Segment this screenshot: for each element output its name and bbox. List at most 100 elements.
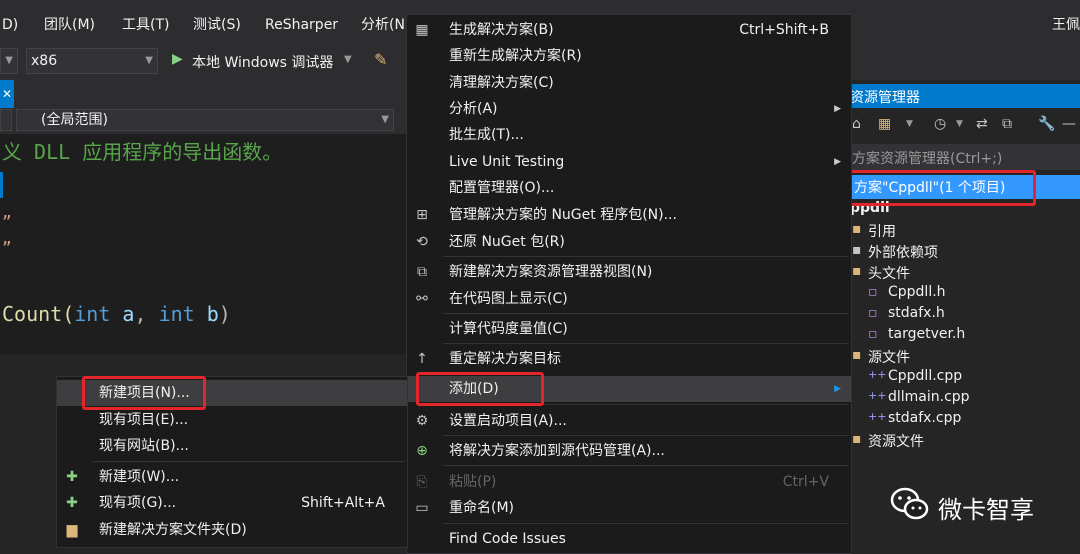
code-function-signature: Count(int a, int b) bbox=[2, 302, 231, 326]
menu-build[interactable]: D) bbox=[2, 0, 18, 42]
play-icon[interactable]: ▶ bbox=[172, 51, 183, 67]
collapse-all-icon[interactable]: ⧉ bbox=[1002, 116, 1012, 132]
platform-dropdown[interactable]: x86 ▼ bbox=[26, 48, 158, 74]
tree-node-dllmain-cpp[interactable]: dllmain.cpp bbox=[888, 389, 970, 405]
sync-icon[interactable]: ⇄ bbox=[976, 116, 988, 132]
code-comment: 义 DLL 应用程序的导出函数。 bbox=[2, 140, 283, 164]
submenu-item-existing-website[interactable]: 现有网站(B)... bbox=[57, 433, 407, 459]
code-param: a bbox=[110, 302, 135, 326]
tree-node-external-deps[interactable]: 外部依赖项 bbox=[868, 242, 938, 262]
menu-item-add-to-source-control[interactable]: ⊕ 将解决方案添加到源代码管理(A)... bbox=[407, 438, 851, 464]
menu-item-rename[interactable]: ▭ 重命名(M) bbox=[407, 495, 851, 521]
submenu-item-new-item[interactable]: ✚ 新建项(W)... bbox=[57, 464, 407, 490]
menu-item-set-startup-projects[interactable]: ⚙ 设置启动项目(A)... bbox=[407, 408, 851, 434]
tree-node-targetver-h[interactable]: targetver.h bbox=[888, 326, 965, 342]
pin-icon[interactable]: — bbox=[1062, 116, 1076, 132]
tree-node-stdafx-cpp[interactable]: stdafx.cpp bbox=[888, 410, 961, 426]
submenu-item-new-solution-folder[interactable]: ▆ 新建解决方案文件夹(D) bbox=[57, 517, 407, 543]
tree-node-header-files[interactable]: 头文件 bbox=[868, 263, 910, 283]
menu-item-code-metrics[interactable]: 计算代码度量值(C) bbox=[407, 316, 851, 342]
solution-node-highlight bbox=[838, 170, 1036, 206]
switch-view-icon[interactable]: ▦ bbox=[878, 116, 891, 132]
menu-separator bbox=[443, 313, 849, 314]
menu-analyze[interactable]: 分析(N bbox=[361, 0, 405, 42]
menu-item-configuration-manager[interactable]: 配置管理器(O)... bbox=[407, 175, 851, 201]
menu-item-label: 生成解决方案(B) bbox=[449, 22, 554, 38]
properties-icon[interactable]: 🔧 bbox=[1038, 116, 1055, 132]
history-icon[interactable]: ◷ bbox=[934, 116, 946, 132]
menu-item-label: 配置管理器(O)... bbox=[449, 180, 555, 196]
paste-icon: ⎘ bbox=[416, 474, 428, 490]
menu-test[interactable]: 测试(S) bbox=[193, 0, 241, 42]
folder-icon: ▪ bbox=[852, 263, 862, 279]
menu-item-label: 新建解决方案资源管理器视图(N) bbox=[449, 264, 653, 280]
menu-item-build-solution[interactable]: ▦ 生成解决方案(B) Ctrl+Shift+B bbox=[407, 17, 851, 43]
menu-item-show-on-code-map[interactable]: ⚯ 在代码图上显示(C) bbox=[407, 286, 851, 312]
menu-item-find-code-issues[interactable]: Find Code Issues bbox=[407, 526, 851, 552]
menu-item-label: 现有项(G)... bbox=[99, 495, 177, 511]
solution-search-box[interactable]: 方案资源管理器(Ctrl+;) bbox=[848, 144, 1080, 170]
run-debugger-button[interactable]: 本地 Windows 调试器 bbox=[192, 52, 333, 72]
menu-item-paste[interactable]: ⎘ 粘贴(P) Ctrl+V bbox=[407, 469, 851, 495]
menu-separator bbox=[443, 465, 849, 466]
submenu-item-existing-project[interactable]: 现有项目(E)... bbox=[57, 407, 407, 433]
code-map-icon: ⚯ bbox=[416, 291, 428, 307]
menu-separator bbox=[443, 256, 849, 257]
source-control-icon: ⊕ bbox=[416, 443, 428, 459]
home-icon[interactable]: ⌂ bbox=[852, 116, 861, 132]
scope-dropdown[interactable]: (全局范围) ▼ bbox=[16, 109, 394, 131]
tree-node-references[interactable]: 引用 bbox=[868, 221, 896, 241]
menu-separator bbox=[443, 523, 849, 524]
arrow-up-icon: ↑ bbox=[416, 351, 428, 367]
tree-node-cppdll-h[interactable]: Cppdll.h bbox=[888, 284, 946, 300]
tree-node-stdafx-h[interactable]: stdafx.h bbox=[888, 305, 945, 321]
wechat-logo-icon bbox=[890, 484, 930, 524]
menu-item-label: 现有项目(E)... bbox=[99, 412, 189, 428]
tree-node-source-files[interactable]: 源文件 bbox=[868, 347, 910, 367]
cpp-file-icon: ++ bbox=[868, 368, 887, 381]
solution-explorer-toolbar: ⌂ ▦ ▼ ◷ ▼ ⇄ ⧉ 🔧 — bbox=[848, 112, 1080, 140]
code-separator: , bbox=[134, 302, 159, 326]
submenu-item-existing-item[interactable]: ✚ 现有项(G)... Shift+Alt+A bbox=[57, 490, 407, 516]
navigation-bar: (全局范围) ▼ bbox=[0, 108, 410, 134]
chevron-down-icon[interactable]: ▼ bbox=[344, 54, 352, 65]
menu-separator bbox=[93, 461, 405, 462]
editor-tab-strip: ✕ bbox=[0, 80, 410, 108]
config-dropdown[interactable]: ▼ bbox=[0, 48, 18, 74]
chevron-down-icon[interactable]: ▼ bbox=[906, 119, 913, 129]
add-item-highlight bbox=[416, 372, 544, 406]
menu-tools[interactable]: 工具(T) bbox=[122, 0, 169, 42]
code-paren: ) bbox=[218, 302, 231, 326]
menu-item-label: 清理解决方案(C) bbox=[449, 75, 554, 91]
user-name[interactable]: 王佩 bbox=[1052, 0, 1080, 42]
menu-item-label: 粘贴(P) bbox=[449, 474, 497, 490]
menu-item-restore-nuget[interactable]: ⟲ 还原 NuGet 包(R) bbox=[407, 229, 851, 255]
menu-item-manage-nuget[interactable]: ⊞ 管理解决方案的 NuGet 程序包(N)... bbox=[407, 202, 851, 228]
menu-item-new-explorer-view[interactable]: ⧉ 新建解决方案资源管理器视图(N) bbox=[407, 259, 851, 285]
close-icon[interactable]: ✕ bbox=[0, 80, 14, 108]
menu-item-rebuild-solution[interactable]: 重新生成解决方案(R) bbox=[407, 43, 851, 69]
project-dropdown[interactable] bbox=[0, 109, 12, 131]
existing-item-icon: ✚ bbox=[66, 495, 78, 511]
menu-item-clean-solution[interactable]: 清理解决方案(C) bbox=[407, 70, 851, 96]
code-editor[interactable]: 义 DLL 应用程序的导出函数。 ” ” Count(int a, int b) bbox=[0, 134, 410, 354]
submenu-arrow-icon: ▶ bbox=[834, 104, 841, 114]
scope-value: (全局范围) bbox=[41, 112, 108, 128]
header-file-icon: ▫ bbox=[868, 305, 878, 321]
chevron-down-icon[interactable]: ▼ bbox=[956, 119, 963, 129]
code-keyword: int bbox=[74, 302, 111, 326]
menu-item-batch-build[interactable]: 批生成(T)... bbox=[407, 122, 851, 148]
tree-node-resource-files[interactable]: 资源文件 bbox=[868, 431, 924, 451]
menu-item-analyze[interactable]: 分析(A) ▶ bbox=[407, 96, 851, 122]
menu-resharper[interactable]: ReSharper bbox=[265, 0, 338, 42]
menu-separator bbox=[443, 343, 849, 344]
toolbar-tool-icon[interactable]: ✎ bbox=[374, 50, 387, 69]
menu-item-live-unit-testing[interactable]: Live Unit Testing ▶ bbox=[407, 149, 851, 175]
gear-icon: ⚙ bbox=[415, 413, 429, 429]
tree-node-cppdll-cpp[interactable]: Cppdll.cpp bbox=[888, 368, 962, 384]
menu-team[interactable]: 团队(M) bbox=[44, 0, 95, 42]
platform-value: x86 bbox=[31, 53, 58, 69]
dependencies-icon: ▪ bbox=[852, 242, 862, 258]
menu-item-label: 将解决方案添加到源代码管理(A)... bbox=[449, 443, 665, 459]
menu-item-retarget-solution[interactable]: ↑ 重定解决方案目标 bbox=[407, 346, 851, 372]
